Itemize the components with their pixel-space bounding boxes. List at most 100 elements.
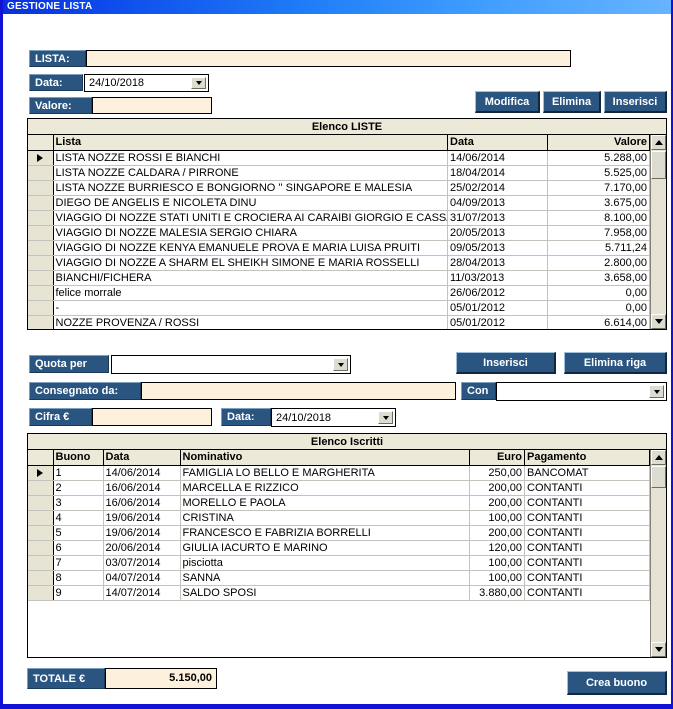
con-select[interactable] [496, 382, 667, 401]
row-selector[interactable] [28, 465, 54, 481]
inserisci-riga-button[interactable]: Inserisci [456, 352, 556, 374]
cell-nominativo: FRANCESCO E FABRIZIA BORRELLI [180, 525, 470, 541]
column-header-nominativo[interactable]: Nominativo [180, 450, 470, 466]
chevron-down-icon[interactable] [191, 77, 206, 89]
table-row[interactable]: 7 03/07/2014 pisciotta 100,00 CONTANTI [28, 555, 650, 571]
row-selector[interactable] [28, 180, 54, 196]
table-row[interactable]: felice morrale 26/06/2012 0,00 [28, 285, 650, 301]
scroll-up-icon[interactable] [651, 135, 666, 150]
column-header-lista[interactable]: Lista [53, 135, 448, 151]
table-row[interactable]: VIAGGIO DI NOZZE STATI UNITI E CROCIERA … [28, 210, 650, 226]
row-selector[interactable] [28, 240, 54, 256]
elenco-liste-rows-viewport: Lista Data Valore LISTA NOZZE ROSSI E BI… [28, 135, 650, 329]
table-row[interactable]: VIAGGIO DI NOZZE A SHARM EL SHEIKH SIMON… [28, 255, 650, 271]
table-row[interactable]: NOZZE PROVENZA / ROSSI 05/01/2012 6.614,00 [28, 315, 650, 329]
cell-data: 14/06/2014 [103, 465, 181, 481]
table-row[interactable]: LISTA NOZZE BURRIESCO E BONGIORNO '' SIN… [28, 180, 650, 196]
cell-buono: 6 [53, 540, 104, 556]
row-selected-arrow-icon [37, 468, 44, 477]
table-row[interactable]: 8 04/07/2014 SANNA 100,00 CONTANTI [28, 570, 650, 586]
inserisci-button[interactable]: Inserisci [604, 91, 667, 113]
lista-label: LISTA: [29, 50, 86, 67]
cell-pagamento: CONTANTI [524, 480, 650, 496]
row-selector[interactable] [28, 555, 54, 571]
cell-nominativo: FAMIGLIA LO BELLO E MARGHERITA [180, 465, 470, 481]
crea-buono-button[interactable]: Crea buono [567, 671, 667, 695]
modifica-button[interactable]: Modifica [475, 91, 540, 113]
data-label: Data: [29, 74, 83, 91]
cell-euro: 120,00 [469, 540, 525, 556]
cifra-input[interactable] [92, 408, 212, 426]
row-selector[interactable] [28, 510, 54, 526]
scroll-up-icon[interactable] [651, 450, 666, 465]
table-row[interactable]: 2 16/06/2014 MARCELLA E RIZZICO 200,00 CONTA… [28, 480, 650, 496]
scrollbar-thumb[interactable] [651, 151, 666, 179]
table-row[interactable]: 5 19/06/2014 FRANCESCO E FABRIZIA BORRELLI… [28, 525, 650, 541]
row-selector[interactable] [28, 525, 54, 541]
cell-pagamento: BANCOMAT [524, 465, 650, 481]
cifra-datepicker[interactable]: 24/10/2018 [271, 408, 396, 427]
scroll-down-icon[interactable] [651, 314, 666, 329]
lista-input[interactable] [86, 50, 571, 67]
row-selector[interactable] [28, 285, 54, 301]
row-selector[interactable] [28, 255, 54, 271]
row-selector[interactable] [28, 540, 54, 556]
column-header-select[interactable] [28, 135, 54, 151]
chevron-down-icon[interactable] [333, 358, 348, 371]
row-selector[interactable] [28, 495, 54, 511]
row-selector[interactable] [28, 225, 54, 241]
cell-lista: LISTA NOZZE BURRIESCO E BONGIORNO '' SIN… [53, 180, 448, 196]
scrollbar-thumb[interactable] [651, 466, 666, 488]
cell-data: 18/04/2014 [447, 165, 548, 181]
cifra-label: Cifra € [29, 408, 92, 426]
column-header-pagamento[interactable]: Pagamento [524, 450, 650, 466]
table-row[interactable]: -05/01/2012 0,00 [28, 300, 650, 316]
cell-euro: 100,00 [469, 555, 525, 571]
table-row[interactable]: LISTA NOZZE CALDARA / PIRRONE 18/04/2014 5… [28, 165, 650, 181]
column-header-data[interactable]: Data [103, 450, 181, 466]
row-selector[interactable] [28, 315, 54, 329]
row-selector[interactable] [28, 480, 54, 496]
table-row[interactable]: 6 20/06/2014 GIULIA IACURTO E MARINO 120,00… [28, 540, 650, 556]
data-datepicker[interactable]: 24/10/2018 [84, 74, 209, 92]
cell-nominativo: MARCELLA E RIZZICO [180, 480, 470, 496]
elimina-riga-button[interactable]: Elimina riga [564, 352, 667, 374]
cell-data: 05/01/2012 [447, 300, 548, 316]
table-row[interactable]: 3 16/06/2014 MORELLO E PAOLA 200,00 CONTANTI [28, 495, 650, 511]
table-row[interactable]: 1 14/06/2014 FAMIGLIA LO BELLO E MARGHERIT… [28, 465, 650, 481]
valore-input[interactable] [92, 97, 212, 114]
table-row[interactable]: LISTA NOZZE ROSSI E BIANCHI 14/06/2014 5.2… [28, 150, 650, 166]
chevron-down-icon[interactable] [378, 411, 393, 424]
table-row[interactable]: 9 14/07/2014 SALDO SPOSI 3.880,00 CONTANTI [28, 585, 650, 601]
column-header-valore[interactable]: Valore [547, 135, 650, 151]
table-row[interactable]: VIAGGIO DI NOZZE MALESIA SERGIO CHIARA 20… [28, 225, 650, 241]
elenco-iscritti-scrollbar[interactable] [650, 450, 666, 657]
table-row[interactable]: DIEGO DE ANGELIS E NICOLETA DINU 04/09/20… [28, 195, 650, 211]
valore-label: Valore: [29, 97, 92, 114]
scroll-down-icon[interactable] [651, 642, 666, 657]
cell-euro: 3.880,00 [469, 585, 525, 601]
row-selector[interactable] [28, 270, 54, 286]
row-selector[interactable] [28, 300, 54, 316]
row-selector[interactable] [28, 210, 54, 226]
table-row[interactable]: VIAGGIO DI NOZZE KENYA EMANUELE PROVA E … [28, 240, 650, 256]
row-selector[interactable] [28, 165, 54, 181]
con-label: Con [461, 382, 496, 400]
elimina-button[interactable]: Elimina [543, 91, 601, 113]
row-selector[interactable] [28, 585, 54, 601]
consegnato-da-input[interactable] [141, 382, 456, 400]
chevron-down-icon[interactable] [649, 385, 664, 398]
column-header-data[interactable]: Data [447, 135, 548, 151]
column-header-euro[interactable]: Euro [469, 450, 525, 466]
cell-data: 05/01/2012 [447, 315, 548, 329]
cell-data: 20/05/2013 [447, 225, 548, 241]
row-selector[interactable] [28, 150, 54, 166]
column-header-buono[interactable]: Buono [53, 450, 104, 466]
row-selector[interactable] [28, 570, 54, 586]
row-selector[interactable] [28, 195, 54, 211]
quota-per-select[interactable] [111, 355, 351, 374]
table-row[interactable]: 4 19/06/2014 CRISTINA 100,00 CONTANTI [28, 510, 650, 526]
elenco-liste-scrollbar[interactable] [650, 135, 666, 329]
table-row[interactable]: BIANCHI/FICHERA 11/03/2013 3.658,00 [28, 270, 650, 286]
column-header-select[interactable] [28, 450, 54, 466]
